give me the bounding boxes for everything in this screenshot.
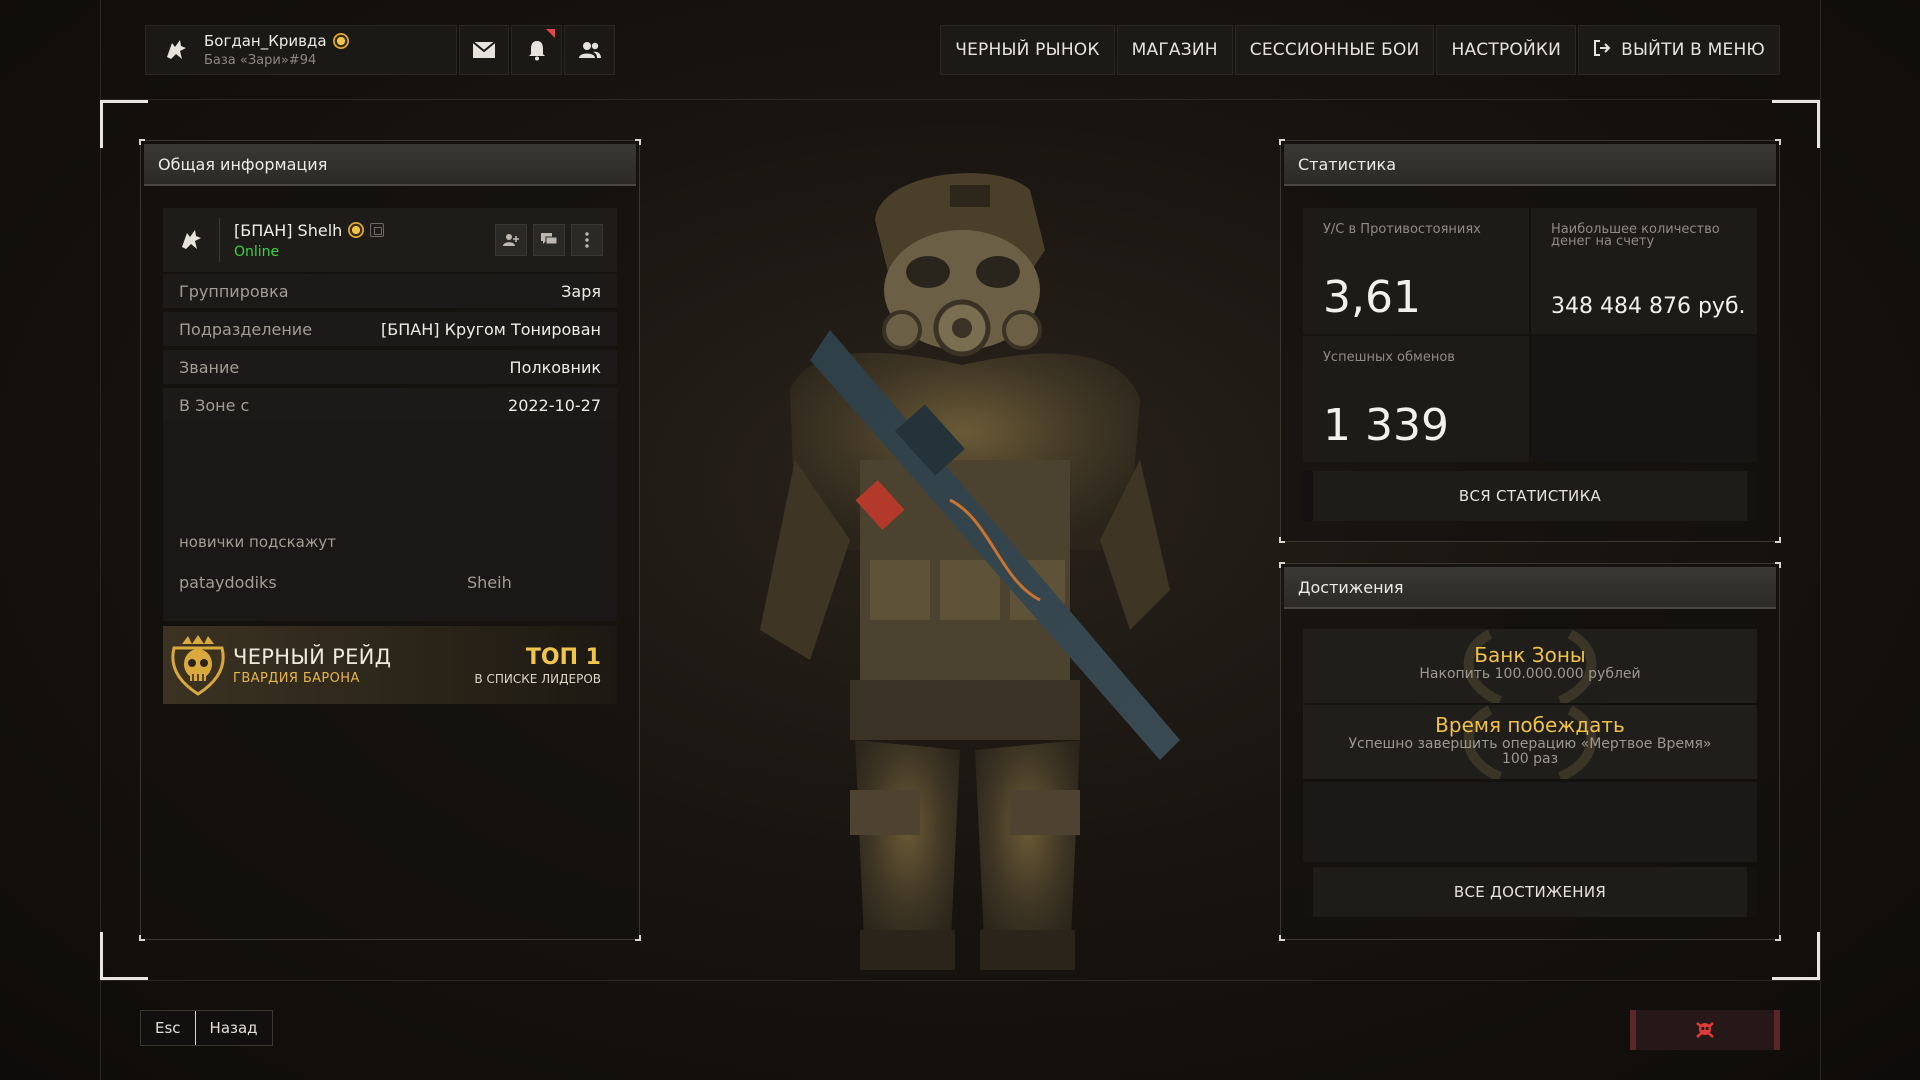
mail-icon [472,41,496,58]
player-card: [БПАН] Shelh Online [163,208,617,272]
back-button[interactable]: Назад [194,1011,272,1045]
raid-rank: ТОП 1 [525,644,601,670]
raid-title: ЧЕРНЫЙ РЕЙД [233,644,392,669]
exit-icon [1593,39,1611,62]
general-info-panel: Общая информация [БПАН] Shelh Online Гру… [139,139,641,941]
top-nav: ЧЕРНЫЙ РЫНОК МАГАЗИН СЕССИОННЫЕ БОИ НАСТ… [940,25,1780,75]
nav-session-battles[interactable]: СЕССИОННЫЕ БОИ [1234,25,1435,75]
all-achievements-button[interactable]: ВСЕ ДОСТИЖЕНИЯ [1303,867,1757,917]
notifications-button[interactable] [511,25,563,75]
stat-money-label: Наибольшее количество денег на счету [1551,222,1720,249]
profile-bar: Богдан_Кривда База «Зари»#94 [145,25,615,75]
player-status: Online [234,243,280,260]
stat-trades-value: 1 339 [1323,400,1449,451]
nav-shop[interactable]: МАГАЗИН [1116,25,1233,75]
friends-button[interactable] [564,25,615,75]
stat-trades: Успешных обменов 1 339 [1303,336,1529,462]
stat-money: Наибольшее количество денег на счету 348… [1531,208,1757,334]
esc-key[interactable]: Esc [141,1011,195,1045]
rank-badge-icon [332,33,349,49]
skull-crossbones-icon [1696,1022,1714,1038]
exit-label: ВЫЙТИ В МЕНЮ [1621,40,1765,60]
more-options-button[interactable] [571,224,603,256]
achievement-desc: Успешно завершить операцию «Мертвое Врем… [1348,736,1712,752]
achievement-desc-count: 100 раз [1501,751,1559,767]
character-model[interactable] [700,160,1260,980]
frame-line-right [1820,0,1821,1080]
panel-title: Статистика [1284,144,1776,186]
frame-line-left [100,0,101,1080]
info-row-rank: Звание Полковник [163,350,617,386]
faction-wolf-icon [160,34,192,66]
mail-button[interactable] [458,25,510,75]
more-vertical-icon [585,232,589,248]
achievements-panel: Достижения Банк Зоны Накопить 100.000.00… [1279,562,1781,941]
panel-title: Общая информация [144,144,636,186]
frame-line-bottom [100,980,1820,981]
achievement-item[interactable]: Банк Зоны Накопить 100.000.000 рублей [1303,629,1757,703]
stat-kd: У/С в Противостояниях 3,61 [1303,208,1529,334]
profile-card[interactable]: Богдан_Кривда База «Зари»#94 [145,25,457,75]
info-row-faction: Группировка Заря [163,274,617,310]
panel-title: Достижения [1284,567,1776,609]
notification-indicator [546,29,556,38]
raid-rank-sub: В СПИСКЕ ЛИДЕРОВ [474,671,601,686]
achievement-item[interactable]: Время побеждать Успешно завершить операц… [1303,705,1757,779]
achievement-title: Время побеждать [1435,713,1625,737]
achievement-title: Банк Зоны [1474,643,1586,667]
nav-settings[interactable]: НАСТРОЙКИ [1436,25,1577,75]
note-right: Sheih [467,573,512,592]
add-friend-icon [503,234,519,246]
exit-to-menu-button[interactable]: ВЫЙТИ В МЕНЮ [1578,25,1780,75]
friends-icon [578,42,601,58]
stat-money-value: 348 484 876 руб. [1551,294,1746,319]
black-raid-banner[interactable]: ЧЕРНЫЙ РЕЙД ГВАРДИЯ БАРОНА ТОП 1 В СПИСК… [163,626,617,704]
skull-crest-icon [163,630,233,700]
nav-black-market[interactable]: ЧЕРНЫЙ РЫНОК [940,25,1115,75]
add-friend-button[interactable] [495,224,527,256]
note-left: pataydodiks [179,573,277,592]
achievement-desc: Накопить 100.000.000 рублей [1419,666,1641,682]
chat-icon [541,233,557,245]
stat-kd-value: 3,61 [1323,272,1421,323]
bell-icon [528,41,545,61]
faction-wolf-icon [163,227,219,253]
report-player-button[interactable] [1630,1010,1780,1050]
profile-base: База «Зари»#94 [204,53,317,68]
rank-badge-icon [348,222,365,238]
all-statistics-button[interactable]: ВСЯ СТАТИСТИКА [1303,471,1757,521]
stat-kd-label: У/С в Противостояниях [1323,222,1481,237]
chat-button[interactable] [533,224,565,256]
profile-name: Богдан_Кривда [204,32,327,50]
player-name: [БПАН] Shelh [234,220,343,240]
info-row-unit: Подразделение [БПАН] Кругом Тонирован [163,312,617,348]
raid-subtitle: ГВАРДИЯ БАРОНА [233,670,360,686]
stat-empty-cell [1531,336,1757,462]
stat-trades-label: Успешных обменов [1323,350,1455,365]
copy-icon[interactable] [370,223,385,237]
note-title: новички подскажут [179,533,336,551]
frame-line-top [100,99,1820,100]
statistics-panel: Статистика У/С в Противостояниях 3,61 На… [1279,139,1781,543]
bottom-keys: Esc Назад [140,1010,273,1046]
achievement-empty-slot [1303,782,1757,862]
info-row-zone-since: В Зоне с 2022-10-27 [163,388,617,424]
